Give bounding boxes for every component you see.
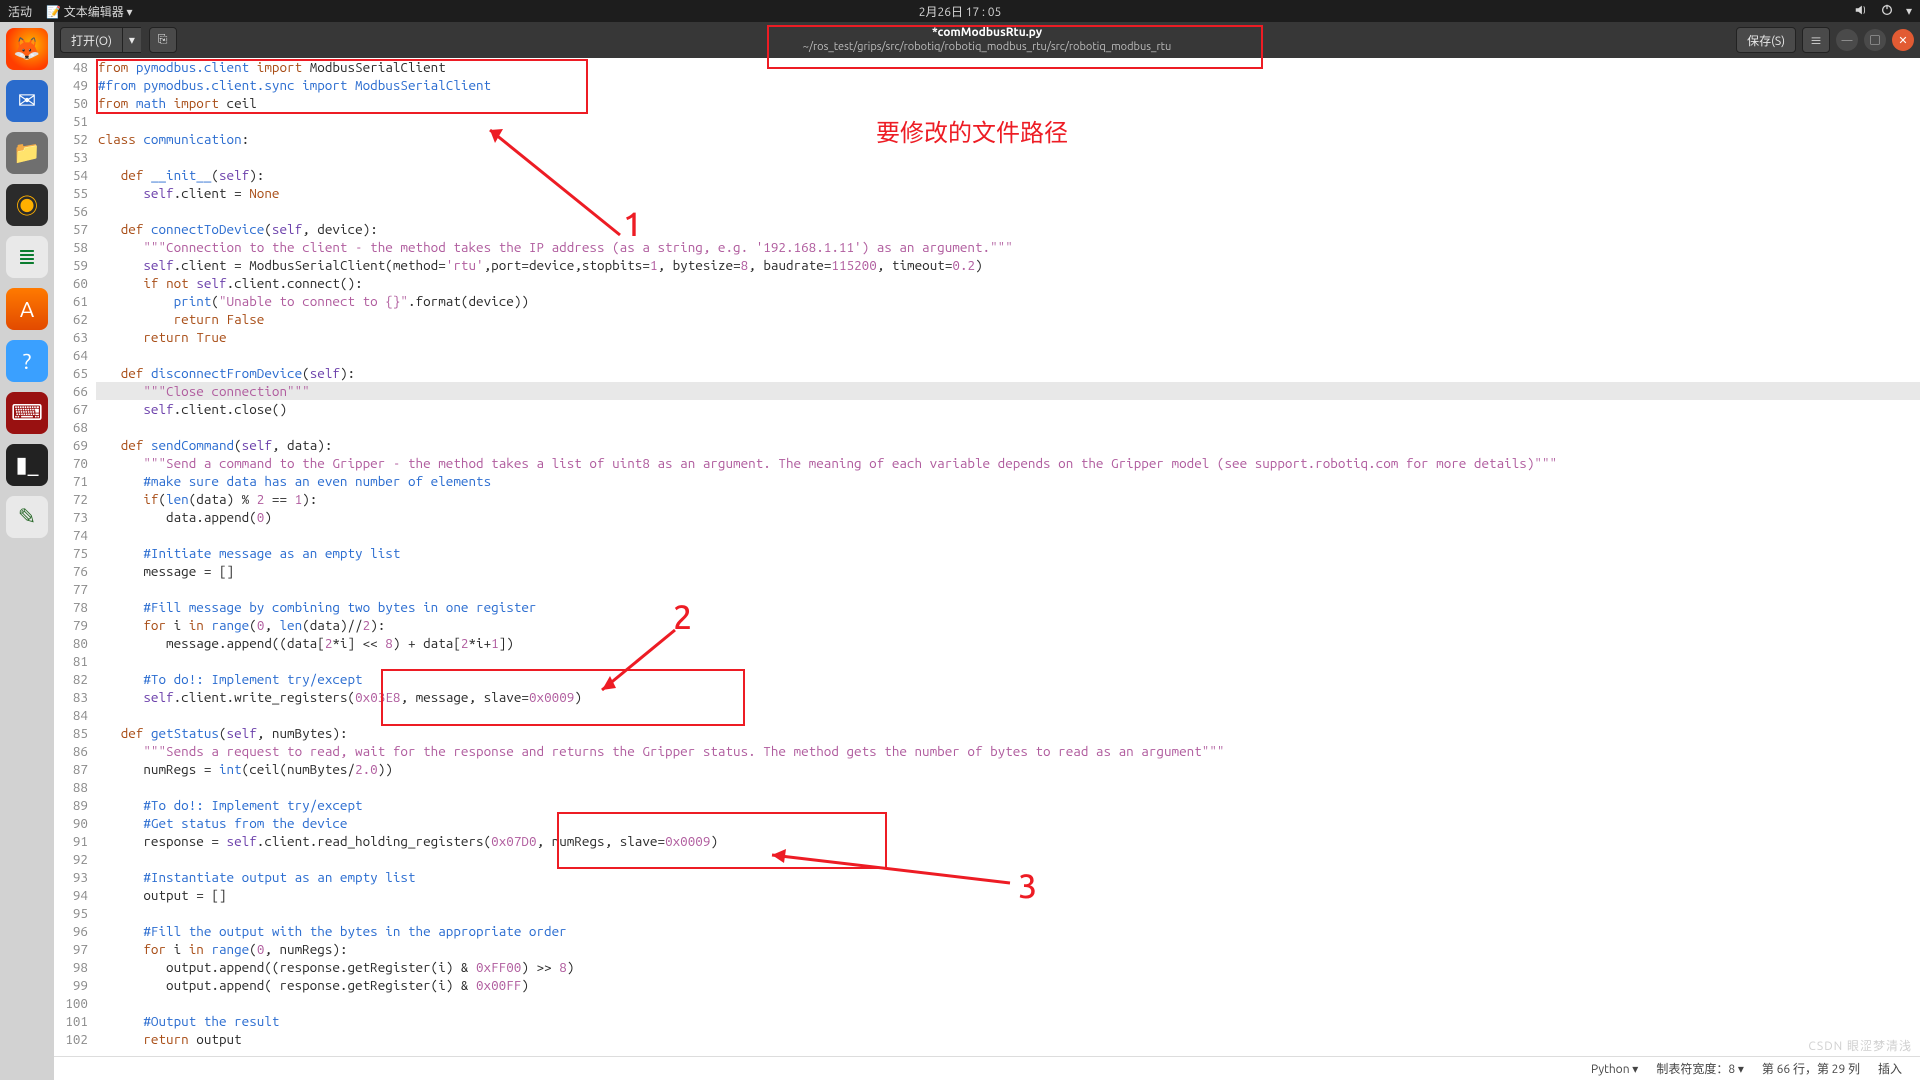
gedit-window: 打开(O) ▾ ⎘ *comModbusRtu.py ~/ros_test/gr…	[54, 22, 1920, 1080]
new-tab-button[interactable]: ⎘	[149, 27, 177, 53]
code-line[interactable]: from math import ceil	[96, 94, 1920, 112]
code-line[interactable]: def getStatus(self, numBytes):	[96, 724, 1920, 742]
terminal-icon[interactable]: ▮_	[6, 444, 48, 486]
open-recent-button[interactable]: ▾	[123, 27, 141, 53]
code-line[interactable]: #To do!: Implement try/except	[96, 670, 1920, 688]
code-line[interactable]: """Connection to the client - the method…	[96, 238, 1920, 256]
code-line[interactable]	[96, 850, 1920, 868]
code-line[interactable]: output.append((response.getRegister(i) &…	[96, 958, 1920, 976]
code-line[interactable]: from pymodbus.client import ModbusSerial…	[96, 58, 1920, 76]
headerbar: 打开(O) ▾ ⎘ *comModbusRtu.py ~/ros_test/gr…	[54, 22, 1920, 58]
code-line[interactable]: self.client = None	[96, 184, 1920, 202]
code-line[interactable]: return False	[96, 310, 1920, 328]
code-line[interactable]: print("Unable to connect to {}".format(d…	[96, 292, 1920, 310]
thunderbird-icon[interactable]: ✉	[6, 80, 48, 122]
rhythmbox-icon[interactable]: ◉	[6, 184, 48, 226]
files-icon[interactable]: 📁	[6, 132, 48, 174]
chevron-down-icon[interactable]: ▾	[1906, 4, 1912, 18]
code-line[interactable]	[96, 904, 1920, 922]
libreoffice-icon[interactable]: ≣	[6, 236, 48, 278]
code-line[interactable]: #make sure data has an even number of el…	[96, 472, 1920, 490]
code-line[interactable]	[96, 148, 1920, 166]
clock[interactable]: 2月26日 17 : 05	[919, 3, 1002, 20]
code-line[interactable]: """Send a command to the Gripper - the m…	[96, 454, 1920, 472]
dock: 🦊 ✉ 📁 ◉ ≣ A ? ⌨ ▮_ ✎	[0, 22, 54, 1080]
tab-width-selector[interactable]: 制表符宽度：8 ▾	[1656, 1060, 1744, 1077]
code-line[interactable]: response = self.client.read_holding_regi…	[96, 832, 1920, 850]
code-line[interactable]: self.client.write_registers(0x03E8, mess…	[96, 688, 1920, 706]
activities[interactable]: 活动	[8, 3, 32, 20]
top-panel: 活动 📝 文本编辑器 ▾ 2月26日 17 : 05 ▾	[0, 0, 1920, 22]
current-app[interactable]: 📝 文本编辑器 ▾	[46, 3, 133, 20]
code-line[interactable]: def __init__(self):	[96, 166, 1920, 184]
code-line[interactable]: for i in range(0, numRegs):	[96, 940, 1920, 958]
code-line[interactable]: def disconnectFromDevice(self):	[96, 364, 1920, 382]
software-icon[interactable]: A	[6, 288, 48, 330]
save-button[interactable]: 保存(S)	[1736, 27, 1796, 53]
code-line[interactable]: def connectToDevice(self, device):	[96, 220, 1920, 238]
code-line[interactable]	[96, 652, 1920, 670]
code-line[interactable]: #Instantiate output as an empty list	[96, 868, 1920, 886]
code-line[interactable]: for i in range(0, len(data)//2):	[96, 616, 1920, 634]
code-line[interactable]: message = []	[96, 562, 1920, 580]
code-line[interactable]: output.append( response.getRegister(i) &…	[96, 976, 1920, 994]
code-line[interactable]: if(len(data) % 2 == 1):	[96, 490, 1920, 508]
code-line[interactable]: self.client = ModbusSerialClient(method=…	[96, 256, 1920, 274]
code-line[interactable]: #Output the result	[96, 1012, 1920, 1030]
code-line[interactable]	[96, 778, 1920, 796]
code-line[interactable]: """Close connection"""	[96, 382, 1920, 400]
code-line[interactable]: return True	[96, 328, 1920, 346]
code-line[interactable]: output = []	[96, 886, 1920, 904]
statusbar: Python ▾ 制表符宽度：8 ▾ 第 66 行，第 29 列 插入	[54, 1056, 1920, 1080]
code-line[interactable]	[96, 526, 1920, 544]
open-button[interactable]: 打开(O)	[60, 27, 123, 53]
cursor-position: 第 66 行，第 29 列	[1762, 1060, 1860, 1077]
code-line[interactable]	[96, 112, 1920, 130]
window-title: *comModbusRtu.py ~/ros_test/grips/src/ro…	[803, 26, 1171, 54]
code-line[interactable]	[96, 418, 1920, 436]
code-line[interactable]: """Sends a request to read, wait for the…	[96, 742, 1920, 760]
code-line[interactable]	[96, 706, 1920, 724]
show-apps-icon[interactable]	[6, 1024, 48, 1066]
terminator-icon[interactable]: ⌨	[6, 392, 48, 434]
code-editor[interactable]: 4849505152535455565758596061626364656667…	[54, 58, 1920, 1056]
minimize-button[interactable]: ─	[1836, 29, 1858, 51]
code-line[interactable]: self.client.close()	[96, 400, 1920, 418]
code-line[interactable]: if not self.client.connect():	[96, 274, 1920, 292]
maximize-button[interactable]: □	[1864, 29, 1886, 51]
code-line[interactable]: numRegs = int(ceil(numBytes/2.0))	[96, 760, 1920, 778]
volume-icon[interactable]	[1854, 3, 1868, 20]
code-line[interactable]: class communication:	[96, 130, 1920, 148]
code-line[interactable]: message.append((data[2*i] << 8) + data[2…	[96, 634, 1920, 652]
code-line[interactable]: #Fill message by combining two bytes in …	[96, 598, 1920, 616]
code-line[interactable]: #Fill the output with the bytes in the a…	[96, 922, 1920, 940]
code-line[interactable]: #To do!: Implement try/except	[96, 796, 1920, 814]
code-line[interactable]: def sendCommand(self, data):	[96, 436, 1920, 454]
code-line[interactable]	[96, 346, 1920, 364]
gedit-icon[interactable]: ✎	[6, 496, 48, 538]
code-line[interactable]: data.append(0)	[96, 508, 1920, 526]
code-line[interactable]: #Get status from the device	[96, 814, 1920, 832]
close-button[interactable]: ✕	[1892, 29, 1914, 51]
code-line[interactable]: #from pymodbus.client.sync import Modbus…	[96, 76, 1920, 94]
help-icon[interactable]: ?	[6, 340, 48, 382]
code-line[interactable]	[96, 994, 1920, 1012]
power-icon[interactable]	[1880, 3, 1894, 20]
firefox-icon[interactable]: 🦊	[6, 28, 48, 70]
hamburger-menu[interactable]: ≡	[1802, 27, 1830, 53]
insert-mode[interactable]: 插入	[1878, 1060, 1902, 1077]
code-line[interactable]: #Initiate message as an empty list	[96, 544, 1920, 562]
language-selector[interactable]: Python ▾	[1591, 1062, 1638, 1076]
code-line[interactable]	[96, 580, 1920, 598]
code-line[interactable]: return output	[96, 1030, 1920, 1048]
code-line[interactable]	[96, 202, 1920, 220]
